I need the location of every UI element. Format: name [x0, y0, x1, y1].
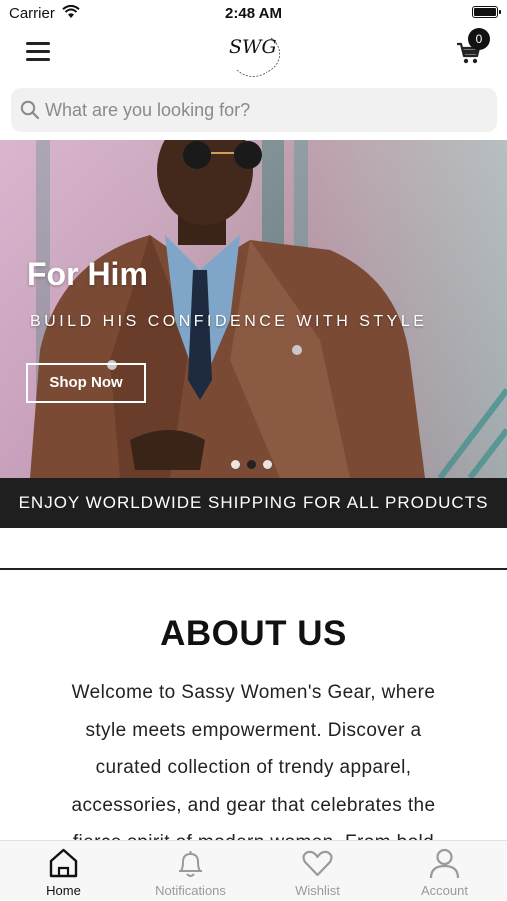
- shop-now-button[interactable]: Shop Now: [26, 363, 146, 403]
- carousel-dot[interactable]: [263, 460, 272, 469]
- about-title: ABOUT US: [160, 614, 347, 653]
- carousel-indicator[interactable]: [231, 456, 279, 474]
- about-text: Welcome to Sassy Women's Gear, where sty…: [71, 682, 436, 853]
- menu-icon[interactable]: [26, 42, 50, 62]
- search-icon: [20, 100, 40, 120]
- app-header: SWG 0: [0, 28, 507, 80]
- hero-model-image: [30, 140, 507, 478]
- heart-icon: [302, 850, 333, 877]
- brand-logo[interactable]: SWG: [223, 30, 285, 78]
- tab-notifications[interactable]: Notifications: [127, 841, 254, 901]
- cart-count-badge: 0: [468, 28, 490, 50]
- hero-title: For Him: [27, 256, 148, 292]
- tab-label: Wishlist: [295, 883, 340, 898]
- logo-text: SWG: [229, 36, 277, 58]
- hero-subtitle: BUILD HIS CONFIDENCE WITH STYLE: [30, 313, 428, 330]
- search-bar: [11, 88, 497, 132]
- carousel-dot-active[interactable]: [247, 460, 256, 469]
- battery-icon: [472, 6, 501, 18]
- tab-label: Account: [421, 883, 468, 898]
- carousel-dot[interactable]: [231, 460, 240, 469]
- shipping-banner: ENJOY WORLDWIDE SHIPPING FOR ALL PRODUCT…: [0, 478, 507, 528]
- user-icon: [429, 848, 460, 879]
- tab-label: Notifications: [155, 883, 226, 898]
- section-divider: [0, 568, 507, 570]
- tab-wishlist[interactable]: Wishlist: [254, 841, 381, 901]
- status-bar: Carrier 2:48 AM: [0, 0, 507, 28]
- clock: 2:48 AM: [225, 5, 282, 22]
- bottom-tab-bar: Home Notifications Wishlist Account: [0, 840, 507, 900]
- tab-home[interactable]: Home: [0, 841, 127, 901]
- tab-label: Home: [46, 883, 81, 898]
- home-icon: [49, 848, 78, 878]
- bell-icon: [179, 851, 202, 877]
- tab-account[interactable]: Account: [381, 841, 507, 901]
- hero-banner[interactable]: For Him BUILD HIS CONFIDENCE WITH STYLE …: [0, 140, 507, 478]
- search-input[interactable]: [45, 88, 485, 132]
